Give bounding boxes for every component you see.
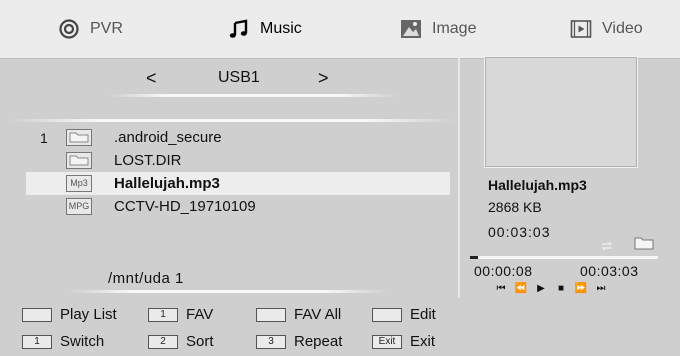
item-name: .android_secure — [114, 129, 222, 146]
progress-fill — [470, 256, 479, 259]
source-label: USB1 — [218, 69, 260, 86]
fast-forward-icon[interactable]: ⏩ — [574, 283, 588, 294]
key-box — [256, 307, 286, 322]
key-box — [22, 307, 52, 322]
progress-bar[interactable] — [470, 256, 658, 259]
divider — [8, 119, 456, 122]
current-path: /mnt/uda 1 — [108, 270, 184, 287]
folder-icon — [66, 152, 92, 169]
divider — [108, 94, 398, 97]
legend-label: FAV All — [294, 306, 342, 323]
tab-label: Music — [260, 20, 302, 37]
repeat-icon[interactable] — [600, 238, 614, 256]
pvr-icon — [58, 18, 80, 40]
legend-label: Repeat — [294, 333, 343, 350]
stop-icon[interactable]: ■ — [554, 283, 568, 294]
tab-label: PVR — [90, 20, 123, 37]
legend-play-list[interactable]: Play List — [22, 306, 117, 323]
prev-source-button[interactable]: < — [146, 68, 157, 89]
key-box: 3 — [256, 334, 286, 349]
panel-divider — [458, 58, 460, 298]
video-icon — [570, 18, 592, 40]
rewind-icon[interactable]: ⏪ — [514, 283, 528, 294]
media-player-screen: PVR Music Image Video < USB1 > 1 .androi… — [0, 0, 680, 356]
track-title: Hallelujah.mp3 — [488, 177, 587, 193]
total-time: 00:03:03 — [580, 263, 639, 279]
list-item[interactable]: LOST.DIR — [26, 149, 450, 172]
file-list: 1 .android_secure LOST.DIR Mp3 Halleluja… — [26, 126, 450, 218]
item-name: CCTV-HD_19710109 — [114, 198, 256, 215]
key-box — [372, 307, 402, 322]
key-box: Exit — [372, 334, 402, 349]
key-box: 2 — [148, 334, 178, 349]
tab-video[interactable]: Video — [570, 17, 643, 41]
legend-repeat[interactable]: 3 Repeat — [256, 333, 342, 350]
legend-label: FAV — [186, 306, 214, 323]
list-item[interactable]: MPG CCTV-HD_19710109 — [26, 195, 450, 218]
legend-label: Sort — [186, 333, 214, 350]
tab-image[interactable]: Image — [400, 17, 476, 41]
next-source-button[interactable]: > — [318, 68, 329, 89]
tab-pvr[interactable]: PVR — [58, 17, 123, 41]
legend-label: Edit — [410, 306, 436, 323]
list-item-selected[interactable]: Mp3 Hallelujah.mp3 — [26, 172, 450, 195]
transport-controls: ⏮ ⏪ ▶ ■ ⏩ ⏭ — [494, 283, 608, 294]
list-item[interactable]: 1 .android_secure — [26, 126, 450, 149]
file-browser: < USB1 > 1 .android_secure LOST.DIR Mp3 — [8, 58, 456, 296]
item-number: 1 — [40, 130, 48, 146]
item-name: Hallelujah.mp3 — [114, 175, 220, 192]
elapsed-time: 00:00:08 — [474, 263, 533, 279]
source-selector: < USB1 > — [8, 68, 456, 94]
legend-fav[interactable]: 1 FAV — [148, 306, 213, 323]
mp3-file-icon: Mp3 — [66, 175, 92, 192]
legend-edit[interactable]: Edit — [372, 306, 436, 323]
track-size: 2868 KB — [488, 199, 542, 215]
key-box: 1 — [148, 307, 178, 322]
legend-sort[interactable]: 2 Sort — [148, 333, 214, 350]
divider — [68, 290, 388, 293]
skip-back-icon[interactable]: ⏮ — [494, 283, 508, 294]
media-tabs: PVR Music Image Video — [0, 0, 680, 59]
key-legend: Play List 1 FAV FAV All Edit 1 Switch 2 Sor… — [0, 298, 680, 356]
mpg-file-icon: MPG — [66, 198, 92, 215]
mini-controls — [600, 236, 656, 252]
image-icon — [400, 18, 422, 40]
legend-switch[interactable]: 1 Switch — [22, 333, 104, 350]
legend-label: Exit — [410, 333, 436, 350]
item-name: LOST.DIR — [114, 152, 182, 169]
tab-label: Image — [432, 20, 477, 37]
legend-label: Switch — [60, 333, 105, 350]
album-art-preview — [484, 56, 638, 168]
skip-forward-icon[interactable]: ⏭ — [594, 283, 608, 294]
legend-exit[interactable]: Exit Exit — [372, 333, 435, 350]
legend-label: Play List — [60, 306, 117, 323]
tab-label: Video — [602, 20, 643, 37]
track-duration: 00:03:03 — [488, 224, 551, 240]
music-note-icon — [228, 18, 250, 40]
folder-icon[interactable] — [634, 236, 654, 255]
folder-icon — [66, 129, 92, 146]
legend-fav-all[interactable]: FAV All — [256, 306, 341, 323]
play-icon[interactable]: ▶ — [534, 283, 548, 294]
tab-music[interactable]: Music — [228, 17, 302, 41]
key-box: 1 — [22, 334, 52, 349]
